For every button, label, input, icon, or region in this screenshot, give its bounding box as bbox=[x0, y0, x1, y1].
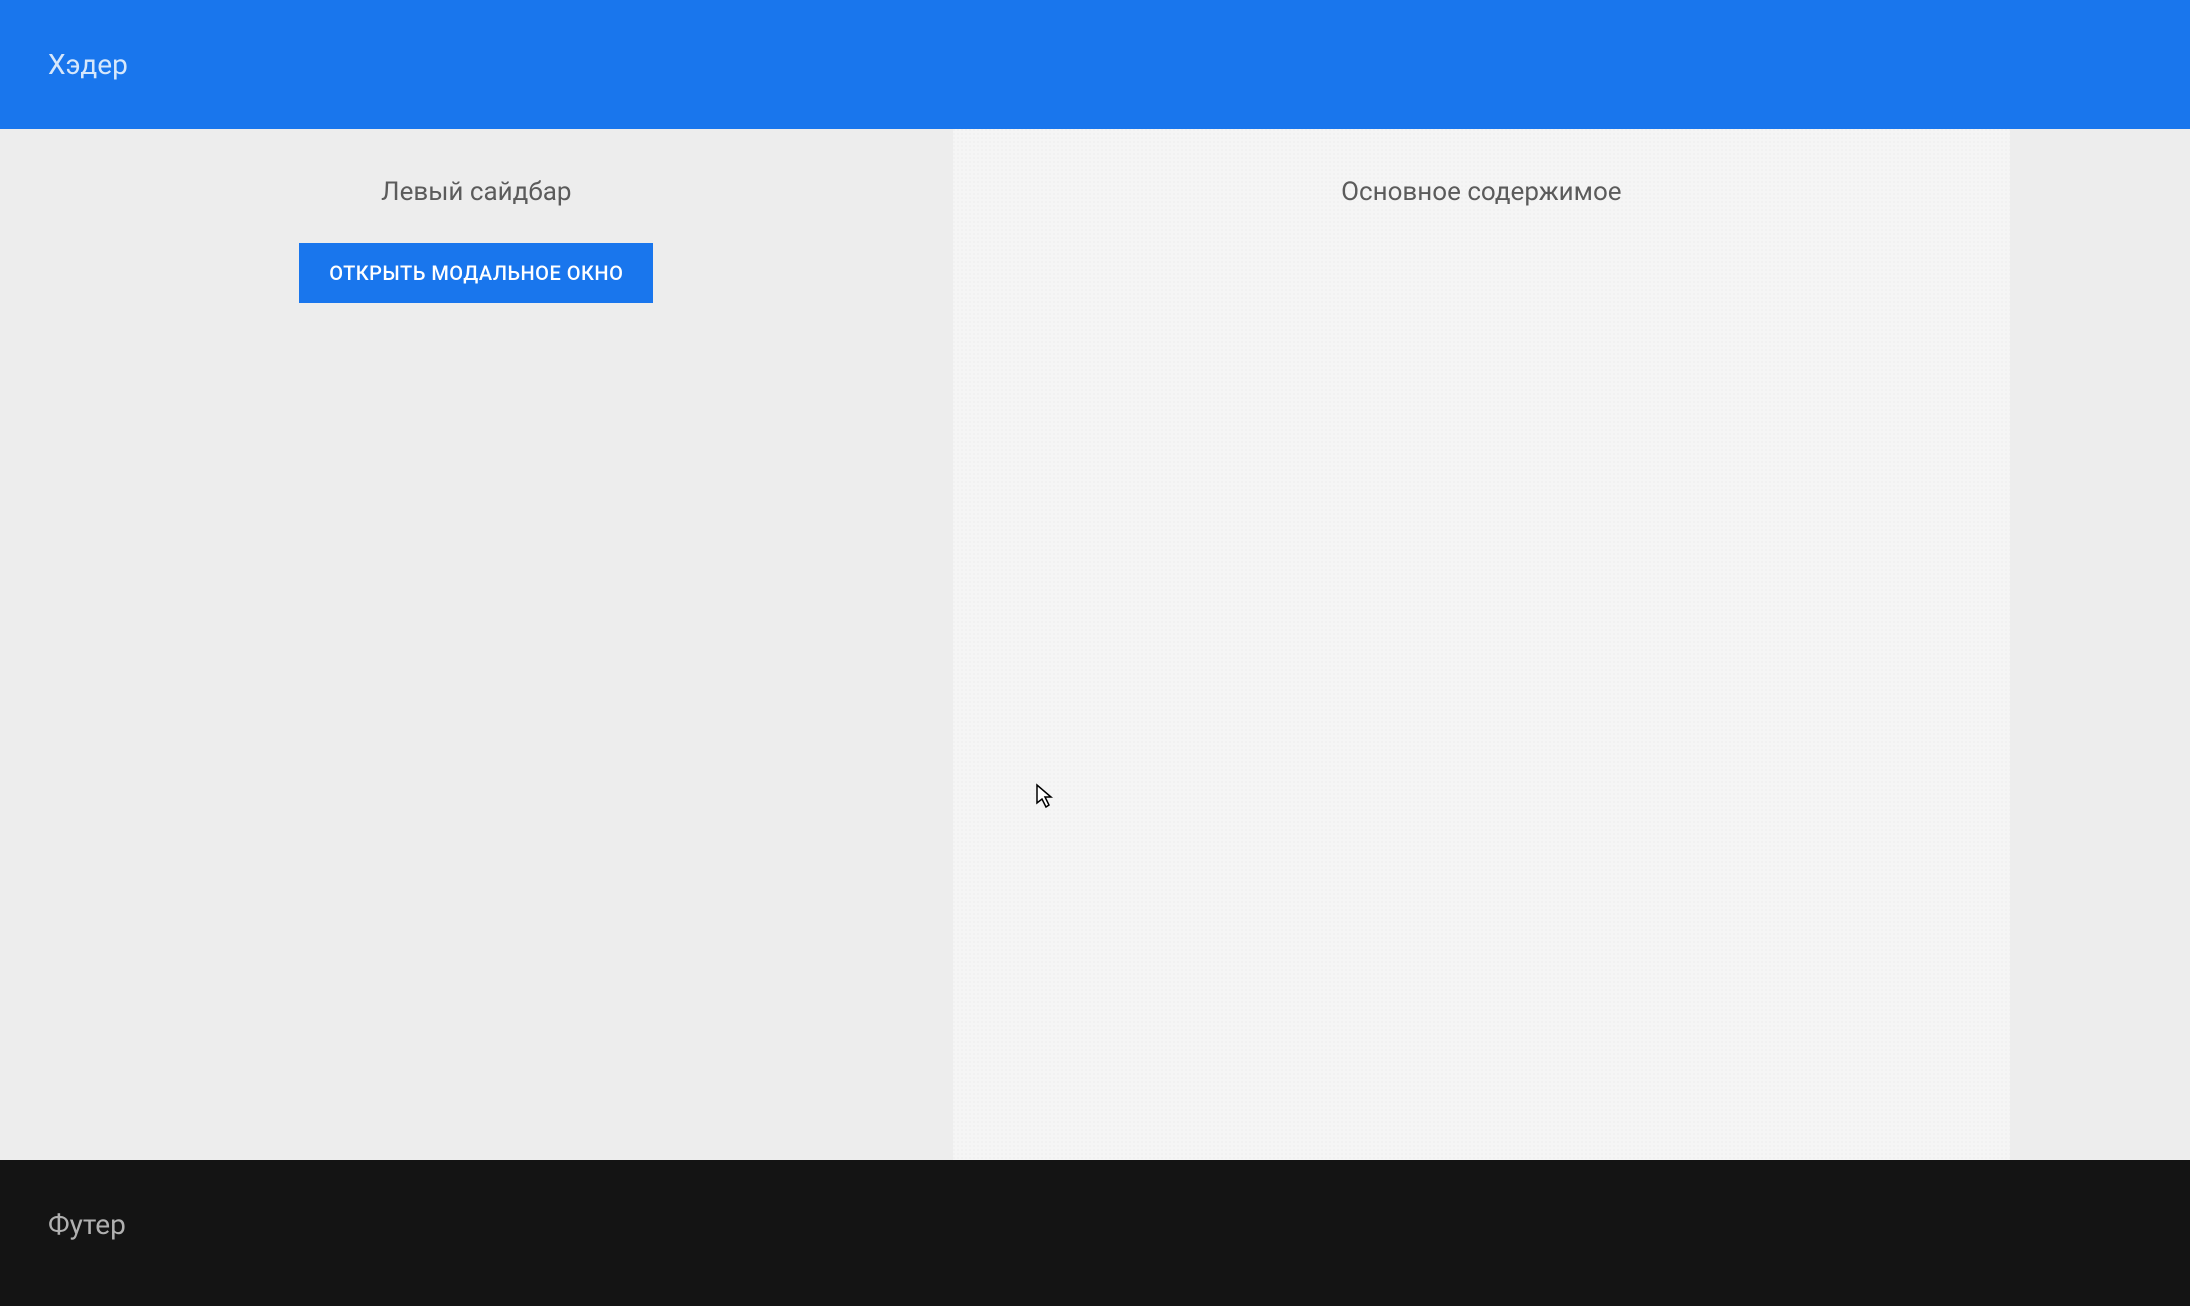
content-area: Левый сайдбар ОТКРЫТЬ МОДАЛЬНОЕ ОКНО Осн… bbox=[0, 129, 2190, 1160]
header: Хэдер bbox=[0, 0, 2190, 129]
main-title: Основное содержимое bbox=[1001, 177, 1962, 207]
open-modal-button[interactable]: ОТКРЫТЬ МОДАЛЬНОЕ ОКНО bbox=[299, 243, 653, 303]
main-content: Основное содержимое bbox=[953, 129, 2010, 1160]
sidebar-title: Левый сайдбар bbox=[48, 177, 905, 207]
header-title: Хэдер bbox=[48, 48, 128, 81]
footer-title: Футер bbox=[48, 1208, 126, 1241]
footer: Футер bbox=[0, 1160, 2190, 1306]
left-sidebar: Левый сайдбар ОТКРЫТЬ МОДАЛЬНОЕ ОКНО bbox=[0, 129, 953, 1160]
